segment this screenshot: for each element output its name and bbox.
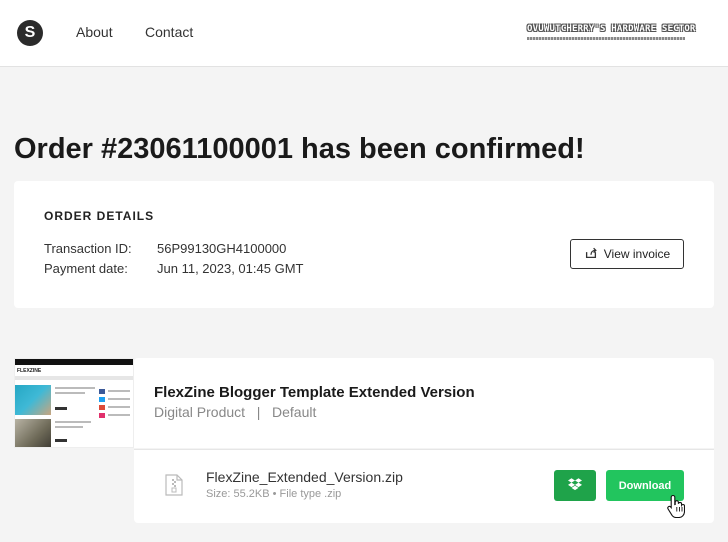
transaction-id-label: Transaction ID: <box>44 241 132 256</box>
file-meta: Size: 55.2KB • File type .zip <box>206 488 342 500</box>
watermark-text: OVUWUTCHERRY'S HARDWARE SECTOR <box>527 24 696 34</box>
site-logo[interactable]: S <box>17 20 43 46</box>
payment-date-value: Jun 11, 2023, 01:45 GMT <box>157 261 304 276</box>
product-subtitle: Digital Product | Default <box>154 404 317 420</box>
transaction-id-value: 56P99130GH4100000 <box>157 241 287 256</box>
hand-cursor-icon <box>667 494 686 519</box>
top-navbar: S About Contact OVUWUTCHERRY'S HARDWARE … <box>0 0 728 67</box>
watermark-logo: OVUWUTCHERRY'S HARDWARE SECTOR <box>527 24 696 44</box>
order-details-heading: ORDER DETAILS <box>44 209 155 223</box>
view-invoice-button[interactable]: View invoice <box>570 239 684 269</box>
product-title[interactable]: FlexZine Blogger Template Extended Versi… <box>154 384 475 401</box>
save-to-dropbox-button[interactable] <box>554 470 596 501</box>
order-details-card: ORDER DETAILS Transaction ID: 56P99130GH… <box>14 181 714 308</box>
thumbnail-brand: FLEXZINE <box>17 368 42 374</box>
nav-link-contact[interactable]: Contact <box>145 24 193 40</box>
payment-date-label: Payment date: <box>44 261 128 276</box>
file-name: FlexZine_Extended_Version.zip <box>206 469 403 485</box>
nav-link-about[interactable]: About <box>76 24 113 40</box>
product-card <box>134 358 714 448</box>
view-invoice-label: View invoice <box>603 247 671 261</box>
product-thumbnail: FLEXZINE <box>14 358 134 448</box>
watermark-underline <box>527 37 685 40</box>
dropbox-icon <box>568 477 582 494</box>
page-title: Order #23061100001 has been confirmed! <box>14 133 585 165</box>
share-icon <box>584 246 598 263</box>
zip-file-icon <box>165 474 183 496</box>
